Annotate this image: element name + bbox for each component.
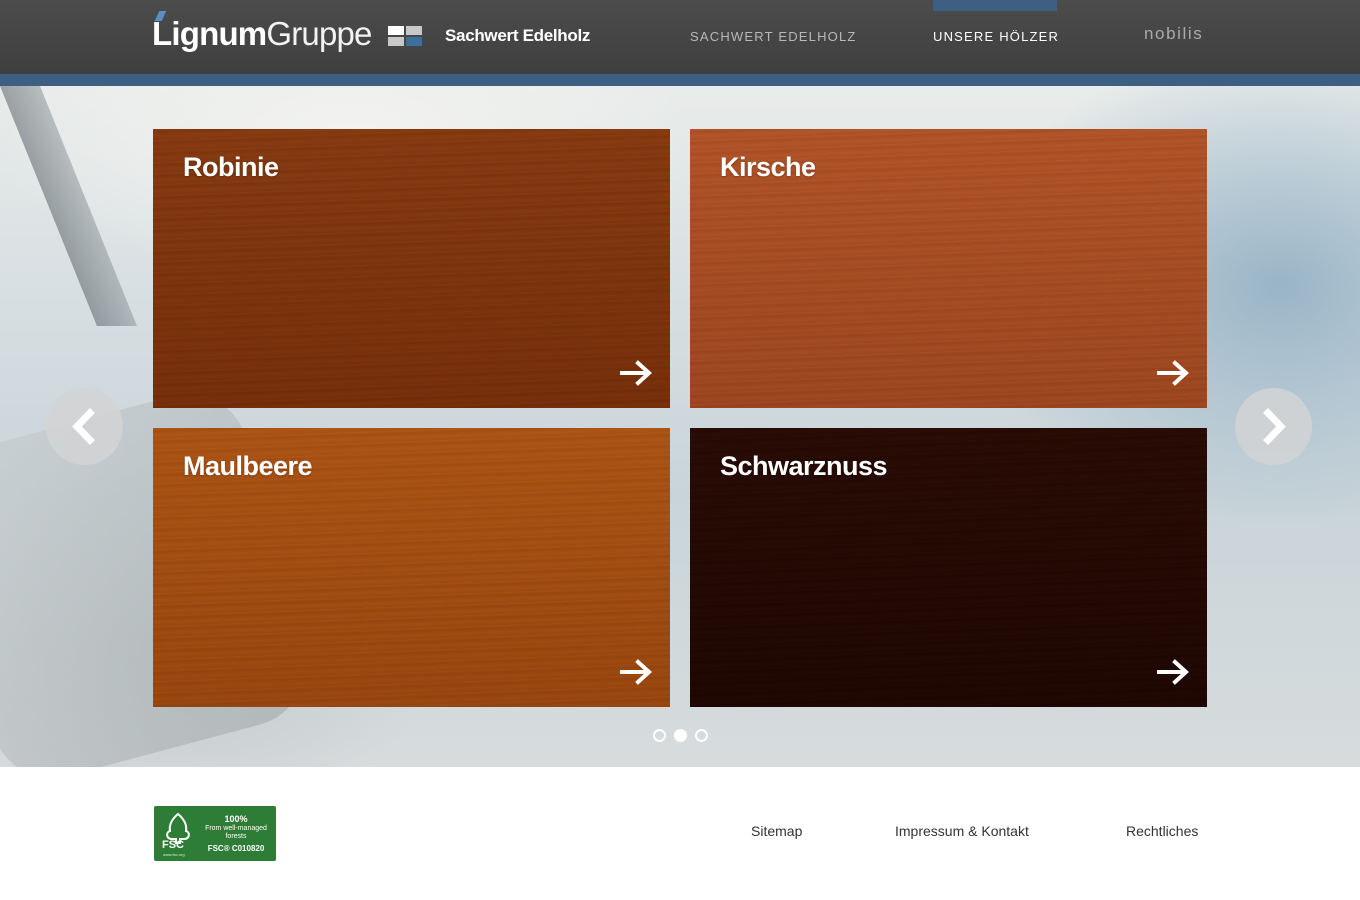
site-header: LignumGruppe Sachwert Edelholz SACHWERT … <box>0 0 1360 74</box>
wood-tile-title: Kirsche <box>720 152 816 182</box>
wood-tile-schwarznuss[interactable]: Schwarznuss <box>690 428 1207 707</box>
wood-tile-maulbeere[interactable]: Maulbeere <box>153 428 670 707</box>
nav-unsere-hoelzer[interactable]: UNSERE HÖLZER <box>933 28 1059 46</box>
carousel-prev-button[interactable] <box>46 388 123 465</box>
lignum-gruppe-logo[interactable]: LignumGruppe <box>152 14 372 54</box>
wood-tile-robinie[interactable]: Robinie <box>153 129 670 408</box>
fsc-line: From well-managed forests <box>205 825 267 840</box>
nav-nobilis[interactable]: nobilis <box>1144 25 1203 43</box>
chevron-right-icon <box>1263 408 1286 445</box>
fsc-certification-badge[interactable]: FSC www.fsc.org 100% From well-managed f… <box>154 806 276 861</box>
wood-tile-title: Robinie <box>183 152 279 182</box>
chevron-left-icon <box>72 408 95 445</box>
logo-light-text: Gruppe <box>266 15 372 52</box>
wood-tile-title: Maulbeere <box>183 451 313 481</box>
carousel-dot-1[interactable] <box>653 729 666 742</box>
header-accent-stripe <box>0 74 1360 86</box>
carousel-dot-3[interactable] <box>695 729 708 742</box>
nav-sachwert-edelholz[interactable]: SACHWERT EDELHOLZ <box>690 28 857 46</box>
arrow-right-icon[interactable] <box>620 360 654 386</box>
carousel-next-button[interactable] <box>1235 388 1312 465</box>
fsc-url: www.fsc.org <box>163 852 185 857</box>
footer-link-impressum[interactable]: Impressum & Kontakt <box>895 822 1029 840</box>
arrow-right-icon[interactable] <box>1157 360 1191 386</box>
footer-link-sitemap[interactable]: Sitemap <box>751 822 802 840</box>
carousel-dot-2[interactable] <box>674 729 687 742</box>
nav-active-indicator <box>933 0 1057 11</box>
fsc-percent: 100% <box>224 814 248 824</box>
wood-tile-kirsche[interactable]: Kirsche <box>690 129 1207 408</box>
wood-tile-title: Schwarznuss <box>720 451 888 481</box>
arrow-right-icon[interactable] <box>1157 659 1191 685</box>
carousel-pagination <box>653 729 713 743</box>
arrow-right-icon[interactable] <box>620 659 654 685</box>
sub-brand-title[interactable]: Sachwert Edelholz <box>445 25 590 47</box>
footer-link-rechtliches[interactable]: Rechtliches <box>1126 822 1198 840</box>
fsc-label: FSC <box>162 839 184 851</box>
hero-background-laptop <box>0 86 137 326</box>
fsc-text: 100% From well-managed forests FSC® C010… <box>200 814 272 853</box>
sachwert-edelholz-mark-icon <box>388 26 422 46</box>
hero-carousel: Robinie Kirsche Maulbeere Schwarznuss <box>0 86 1360 767</box>
fsc-code: FSC® C010820 <box>207 844 265 853</box>
logo-bold-text: Lignum <box>152 15 267 52</box>
